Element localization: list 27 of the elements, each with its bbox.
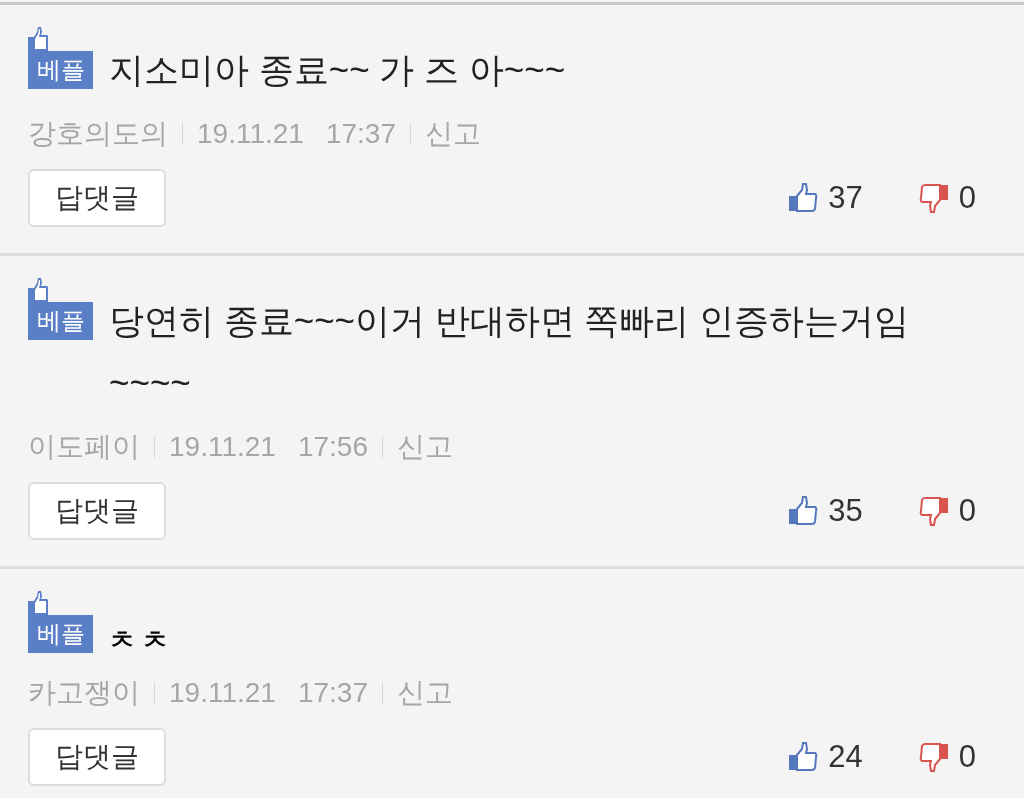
comment-text: 당연히 종료~~~이거 반대하면 쪽빠리 인증하는거임 ~~~~ bbox=[109, 300, 911, 404]
reply-button[interactable]: 답댓글 bbox=[28, 728, 166, 786]
thumbs-up-icon bbox=[788, 496, 819, 526]
reply-button[interactable]: 답댓글 bbox=[28, 482, 166, 540]
dislike-button[interactable]: 0 bbox=[918, 487, 976, 535]
comment-date: 19.11.21 bbox=[169, 676, 276, 710]
comment-date: 19.11.21 bbox=[197, 117, 304, 151]
comment-time: 17:56 bbox=[297, 430, 368, 464]
like-button[interactable]: 37 bbox=[788, 174, 863, 222]
thumbs-down-icon bbox=[918, 183, 949, 213]
comment-time: 17:37 bbox=[325, 117, 396, 151]
thumbs-up-icon bbox=[788, 742, 819, 772]
like-button[interactable]: 35 bbox=[788, 487, 863, 535]
author-name: 강호의도의 bbox=[28, 117, 168, 151]
thumbs-down-icon bbox=[918, 742, 949, 772]
author-name: 이도페이 bbox=[28, 430, 140, 464]
author-name: 카고쟁이 bbox=[28, 676, 140, 710]
comment-text: ㅊ ㅊ bbox=[109, 624, 169, 657]
dislike-button[interactable]: 0 bbox=[918, 174, 976, 222]
reply-button[interactable]: 답댓글 bbox=[28, 169, 166, 227]
thumbs-down-icon bbox=[918, 496, 949, 526]
comment-time: 17:37 bbox=[297, 676, 368, 710]
dislike-button[interactable]: 0 bbox=[918, 733, 976, 781]
comment-date: 19.11.21 bbox=[169, 430, 276, 464]
thumbs-up-icon bbox=[788, 183, 819, 213]
like-button[interactable]: 24 bbox=[788, 733, 863, 781]
comment-text: 지소미아 종료~~ 가 즈 아~~~ bbox=[109, 49, 566, 91]
